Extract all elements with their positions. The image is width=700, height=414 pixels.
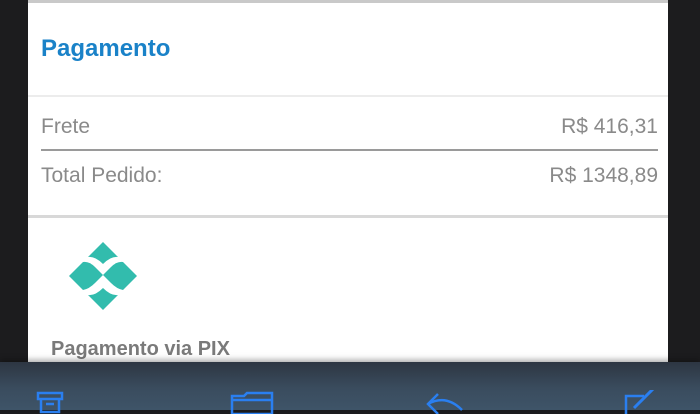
archive-icon	[36, 390, 80, 414]
move-to-folder-button[interactable]	[230, 390, 274, 414]
payment-card: Pagamento Frete R$ 416,31 Total Pedido: …	[28, 3, 668, 410]
summary-row-total: Total Pedido: R$ 1348,89	[41, 151, 658, 201]
section-divider	[28, 215, 668, 218]
folder-icon	[230, 390, 274, 414]
section-title: Pagamento	[41, 35, 171, 62]
section-header: Pagamento	[28, 3, 668, 97]
pix-logo-icon	[66, 239, 140, 313]
summary-row-shipping: Frete R$ 416,31	[41, 99, 658, 151]
compose-icon	[622, 390, 666, 414]
total-value: R$ 1348,89	[549, 164, 658, 187]
reply-button[interactable]	[424, 390, 468, 414]
archive-button[interactable]	[36, 390, 80, 414]
shipping-value: R$ 416,31	[561, 115, 658, 138]
payment-method-label: Pagamento via PIX	[51, 338, 230, 360]
bottom-toolbar	[0, 362, 700, 414]
order-summary: Frete R$ 416,31 Total Pedido: R$ 1348,89	[41, 99, 658, 201]
shipping-label: Frete	[41, 115, 91, 138]
total-label: Total Pedido:	[41, 164, 163, 187]
reply-icon	[424, 390, 468, 414]
compose-button[interactable]	[622, 390, 666, 414]
